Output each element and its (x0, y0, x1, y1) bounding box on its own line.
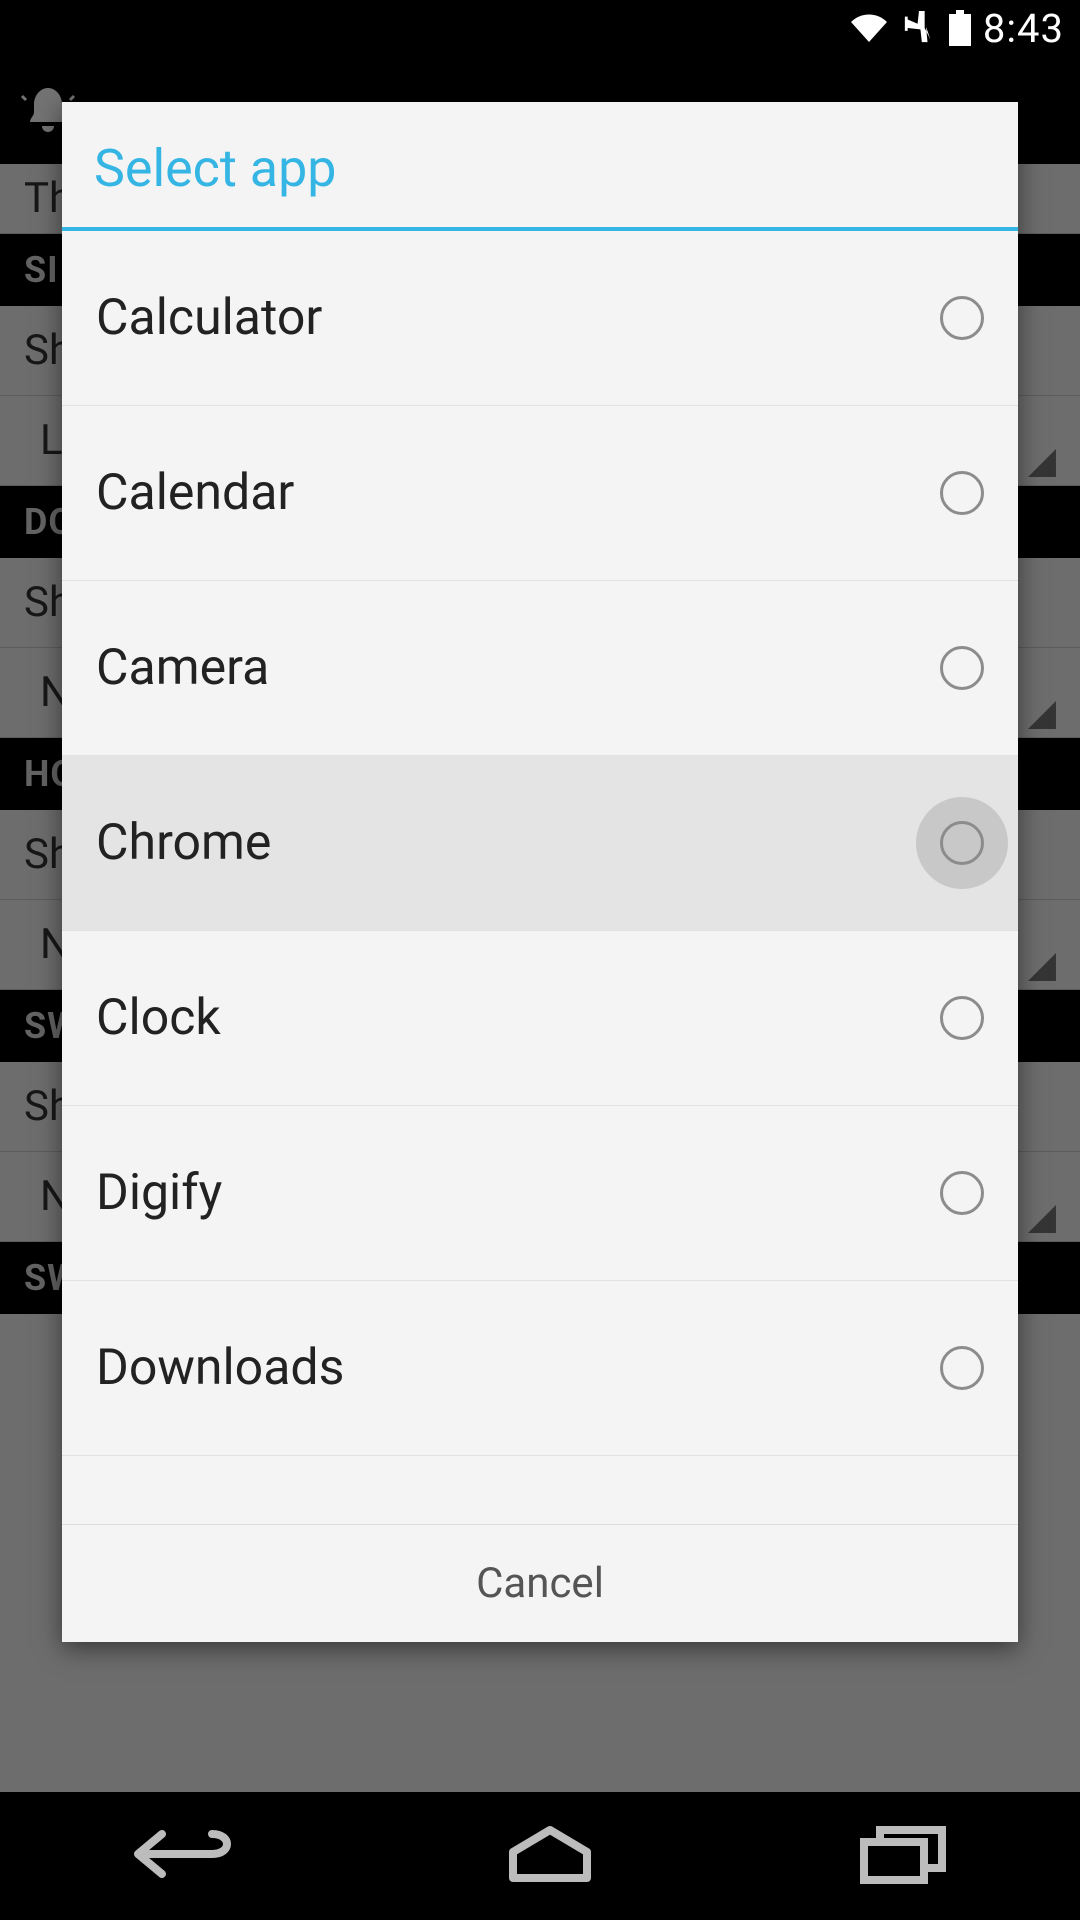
app-label: Chrome (96, 814, 271, 872)
select-app-dialog: Select app Calculator Calendar Camera Ch… (62, 102, 1018, 1642)
app-list[interactable]: Calculator Calendar Camera Chrome Clock … (62, 231, 1018, 1524)
navigation-bar (0, 1792, 1080, 1920)
radio-button[interactable] (940, 1171, 984, 1215)
radio-button[interactable] (940, 646, 984, 690)
app-label: Digify (96, 1164, 222, 1222)
app-item-calculator[interactable]: Calculator (62, 231, 1018, 406)
app-item-calendar[interactable]: Calendar (62, 406, 1018, 581)
radio-button[interactable] (940, 821, 984, 865)
app-label: Downloads (96, 1339, 344, 1397)
cancel-button[interactable]: Cancel (62, 1524, 1018, 1642)
home-button[interactable] (505, 1824, 595, 1888)
recents-button[interactable] (858, 1824, 948, 1888)
app-item-chrome[interactable]: Chrome (62, 756, 1018, 931)
wifi-icon (849, 12, 889, 44)
app-label: Clock (96, 989, 221, 1047)
app-item-digify[interactable]: Digify (62, 1106, 1018, 1281)
airplane-icon (901, 10, 937, 46)
battery-icon (949, 10, 971, 46)
app-item-camera[interactable]: Camera (62, 581, 1018, 756)
radio-button[interactable] (940, 296, 984, 340)
app-label: Camera (96, 639, 269, 697)
radio-button[interactable] (940, 471, 984, 515)
status-bar: 8:43 (0, 0, 1080, 56)
dialog-title: Select app (62, 102, 1018, 227)
app-label: Calendar (96, 464, 294, 522)
app-item-downloads[interactable]: Downloads (62, 1281, 1018, 1456)
radio-button[interactable] (940, 996, 984, 1040)
status-time: 8:43 (983, 5, 1064, 52)
app-item-clock[interactable]: Clock (62, 931, 1018, 1106)
back-button[interactable] (132, 1824, 242, 1888)
radio-button[interactable] (940, 1346, 984, 1390)
app-label: Calculator (96, 289, 322, 347)
